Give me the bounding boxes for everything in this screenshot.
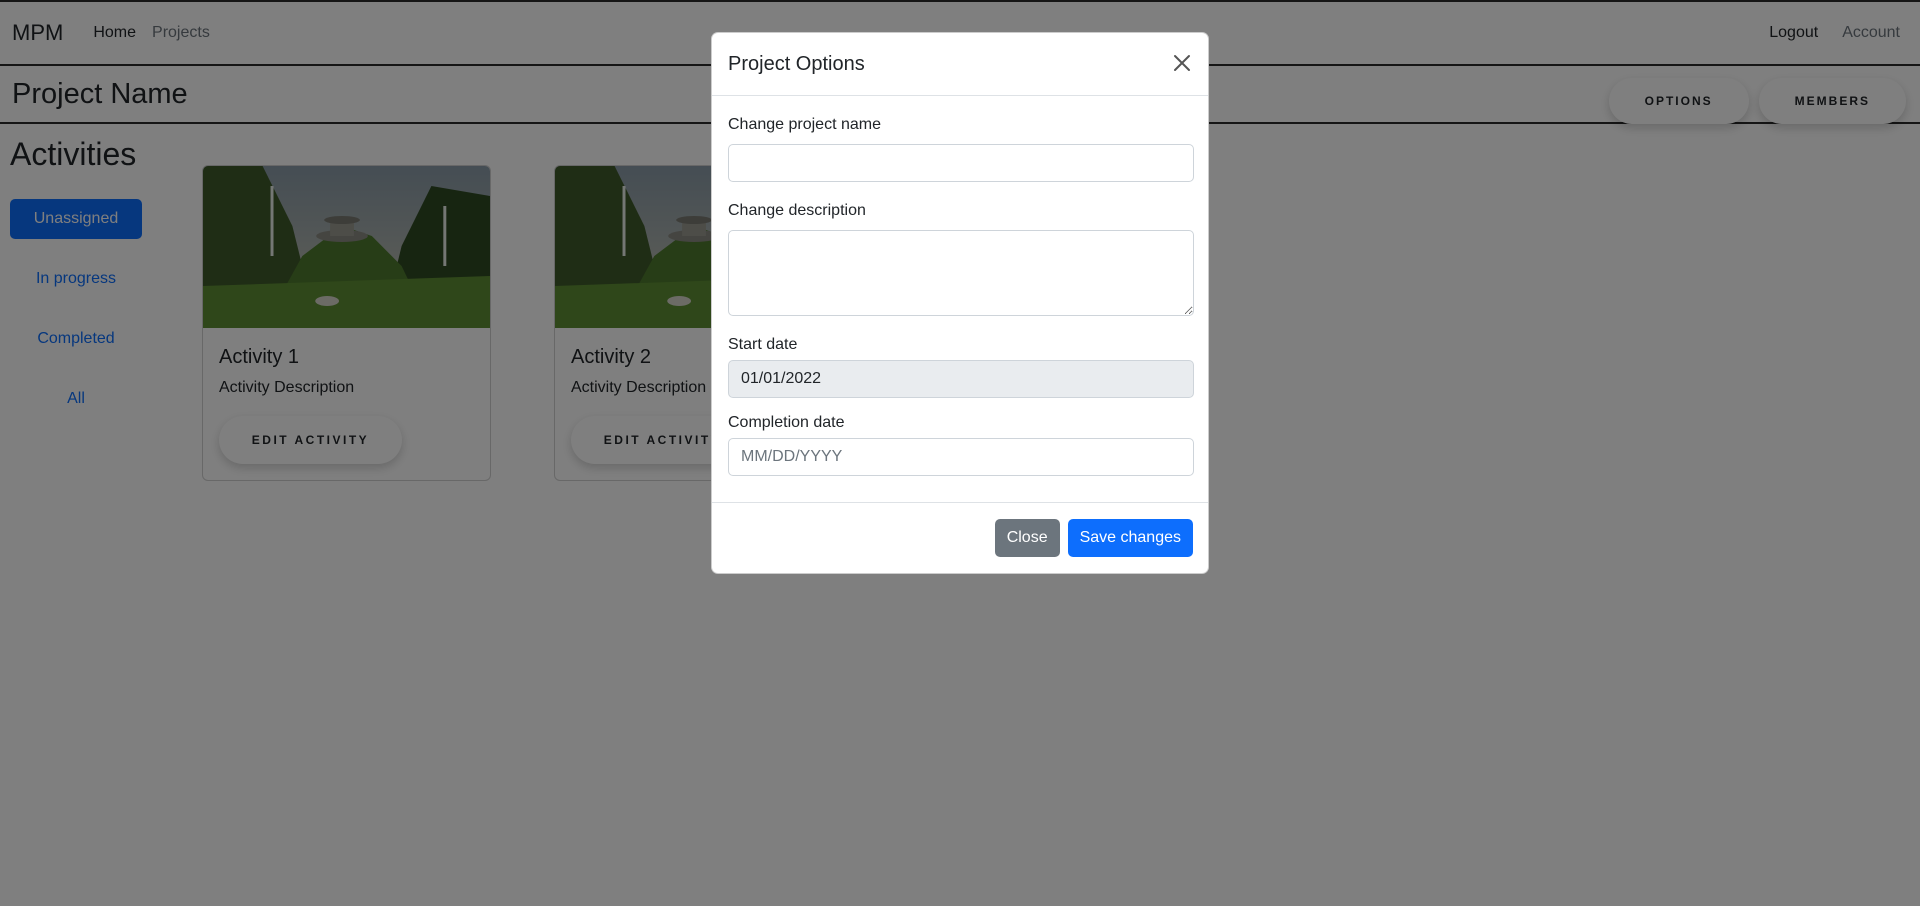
close-icon[interactable] (1168, 49, 1196, 77)
modal-header: Project Options (712, 33, 1208, 96)
description-input[interactable] (728, 230, 1194, 316)
project-options-modal: Project Options Change project name Chan… (711, 32, 1209, 574)
completion-date-label: Completion date (728, 414, 845, 431)
project-name-input[interactable] (728, 144, 1194, 182)
modal-footer: Close Save changes (712, 502, 1208, 573)
project-name-label: Change project name (728, 116, 881, 133)
save-changes-button[interactable]: Save changes (1067, 519, 1193, 557)
description-label: Change description (728, 202, 866, 219)
modal-body: Change project name Change description S… (712, 96, 1208, 505)
start-date-input (728, 360, 1194, 398)
completion-date-input[interactable] (728, 438, 1194, 476)
start-date-label: Start date (728, 336, 798, 353)
modal-title: Project Options (728, 52, 865, 75)
close-button[interactable]: Close (994, 519, 1060, 557)
